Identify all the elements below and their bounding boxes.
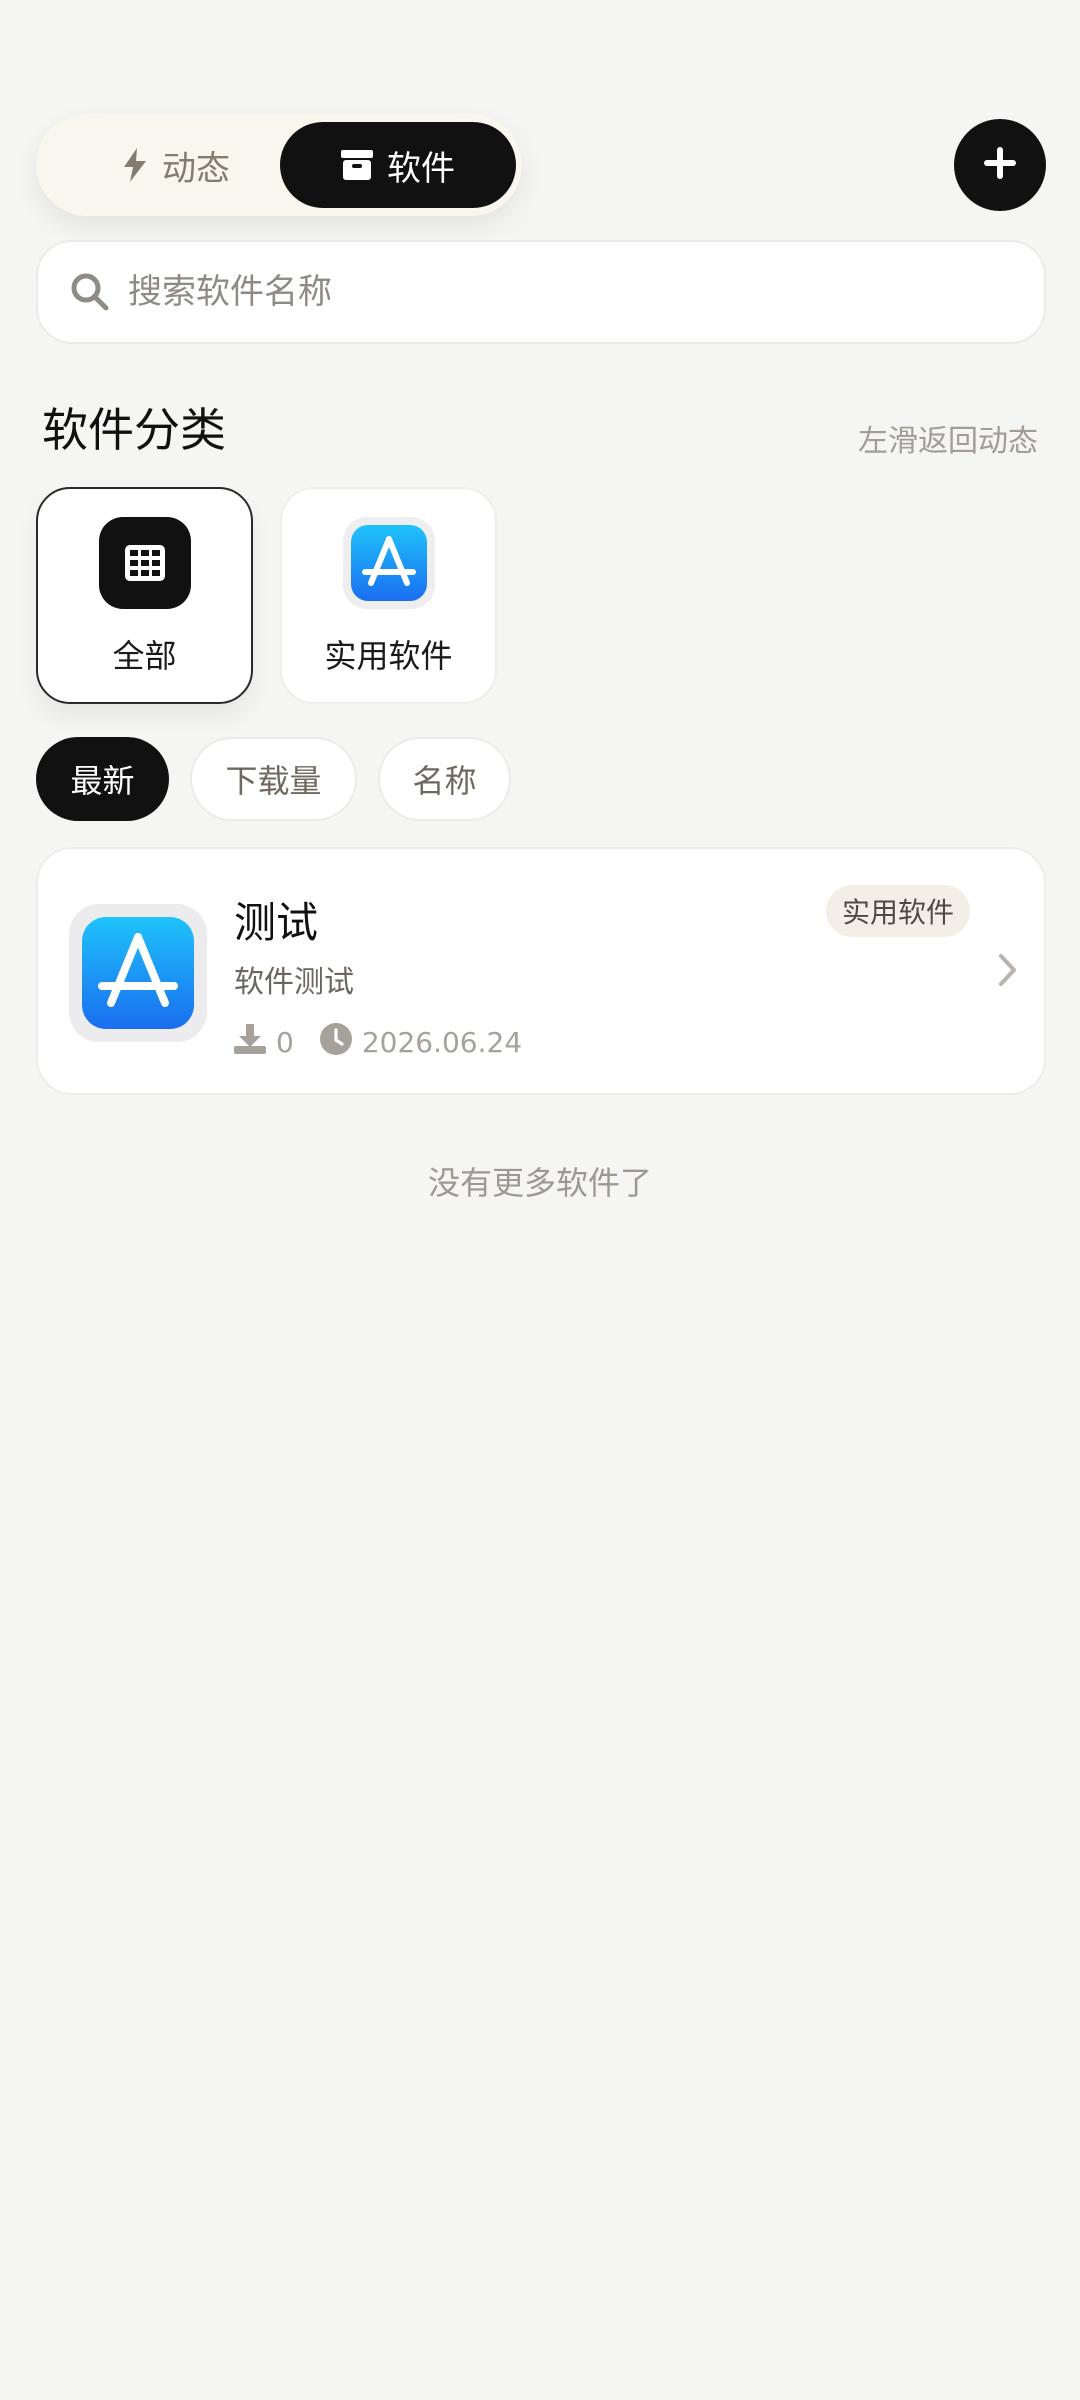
lightning-icon xyxy=(122,148,148,182)
clock-icon xyxy=(319,1023,352,1062)
sort-name[interactable]: 名称 xyxy=(378,737,511,821)
category-utilities[interactable]: 实用软件 xyxy=(280,487,497,704)
search-input[interactable] xyxy=(128,252,1044,332)
app-description: 软件测试 xyxy=(234,965,354,1000)
download-icon xyxy=(234,1024,266,1061)
top-tab-switcher: 动态 软件 xyxy=(36,114,522,216)
app-meta: 0 2026.06.24 xyxy=(234,1023,522,1062)
category-all[interactable]: 全部 xyxy=(36,487,253,704)
app-category-tag: 实用软件 xyxy=(826,885,971,937)
update-date-value: 2026.06.24 xyxy=(361,1026,523,1059)
add-button[interactable] xyxy=(954,119,1046,211)
tab-software[interactable]: 软件 xyxy=(280,122,516,208)
chevron-right-icon xyxy=(998,953,1018,987)
tab-software-label: 软件 xyxy=(387,148,455,189)
sort-latest[interactable]: 最新 xyxy=(36,737,169,821)
download-count: 0 xyxy=(234,1024,294,1061)
app-name: 测试 xyxy=(234,898,319,947)
category-all-label: 全部 xyxy=(112,637,177,675)
tab-dynamic-label: 动态 xyxy=(162,148,230,189)
plus-icon xyxy=(982,145,1018,185)
search-bar[interactable] xyxy=(36,240,1046,344)
swipe-back-hint: 左滑返回动态 xyxy=(858,424,1038,459)
update-date: 2026.06.24 xyxy=(319,1023,523,1062)
section-title: 软件分类 xyxy=(42,403,226,457)
archive-box-icon xyxy=(341,150,373,180)
app-store-icon xyxy=(342,517,435,609)
search-icon xyxy=(70,272,110,312)
download-count-value: 0 xyxy=(276,1026,294,1059)
app-store-icon xyxy=(69,904,207,1042)
tab-dynamic[interactable]: 动态 xyxy=(66,122,286,208)
sort-downloads[interactable]: 下载量 xyxy=(190,737,357,821)
list-end-text: 没有更多软件了 xyxy=(427,1164,652,1202)
app-list-item[interactable]: 测试 实用软件 软件测试 0 2026.06.24 xyxy=(36,847,1046,1095)
grid-icon xyxy=(98,517,191,609)
category-utilities-label: 实用软件 xyxy=(324,637,453,675)
